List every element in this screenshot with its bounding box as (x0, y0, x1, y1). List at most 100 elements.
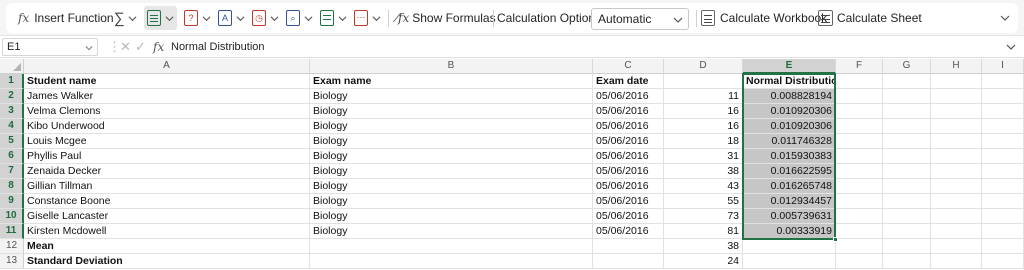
cell-g1[interactable] (883, 74, 931, 89)
cell-f10[interactable] (836, 209, 883, 224)
row-header[interactable]: 4 (0, 119, 24, 134)
column-header-f[interactable]: F (836, 59, 883, 74)
recently-used-button[interactable] (144, 6, 177, 30)
cell-d7[interactable]: 38 (664, 164, 743, 179)
cell-b13[interactable] (310, 254, 593, 269)
row-header[interactable]: 6 (0, 149, 24, 164)
cell-i3[interactable] (982, 104, 1024, 119)
cancel-icon[interactable]: ✕ (120, 38, 131, 56)
calculation-options-select[interactable]: Automatic (591, 8, 689, 30)
row-header[interactable]: 11 (0, 224, 24, 239)
cell-a4[interactable]: Kibo Underwood (24, 119, 310, 134)
column-header-g[interactable]: G (883, 59, 931, 74)
cell-f1[interactable] (836, 74, 883, 89)
row-header[interactable]: 13 (0, 254, 24, 269)
cell-h12[interactable] (931, 239, 982, 254)
cell-g13[interactable] (883, 254, 931, 269)
column-header-a[interactable]: A (24, 59, 310, 74)
cell-h13[interactable] (931, 254, 982, 269)
cell-h4[interactable] (931, 119, 982, 134)
cell-g7[interactable] (883, 164, 931, 179)
cell-b11[interactable]: Biology (310, 224, 593, 239)
cell-i5[interactable] (982, 134, 1024, 149)
cell-h11[interactable] (931, 224, 982, 239)
cell-a12[interactable]: Mean (24, 239, 310, 254)
cell-i7[interactable] (982, 164, 1024, 179)
cell-h6[interactable] (931, 149, 982, 164)
cell-a8[interactable]: Gillian Tillman (24, 179, 310, 194)
cell-i9[interactable] (982, 194, 1024, 209)
cell-c11[interactable]: 05/06/2016 (593, 224, 664, 239)
cell-d4[interactable]: 16 (664, 119, 743, 134)
row-header[interactable]: 8 (0, 179, 24, 194)
cell-a11[interactable]: Kirsten Mcdowell (24, 224, 310, 239)
cell-c1[interactable]: Exam date (593, 74, 664, 89)
cell-c4[interactable]: 05/06/2016 (593, 119, 664, 134)
cell-d6[interactable]: 31 (664, 149, 743, 164)
show-formulas-button[interactable]: ⁄fx Show Formulas (396, 3, 496, 33)
cell-e10[interactable]: 0.005739631 (743, 209, 836, 224)
cell-i4[interactable] (982, 119, 1024, 134)
cell-a10[interactable]: Giselle Lancaster (24, 209, 310, 224)
row-header[interactable]: 9 (0, 194, 24, 209)
cell-f6[interactable] (836, 149, 883, 164)
cell-a7[interactable]: Zenaida Decker (24, 164, 310, 179)
cell-f4[interactable] (836, 119, 883, 134)
cell-e8[interactable]: 0.016265748 (743, 179, 836, 194)
cell-b1[interactable]: Exam name (310, 74, 593, 89)
cell-c9[interactable]: 05/06/2016 (593, 194, 664, 209)
cell-h8[interactable] (931, 179, 982, 194)
row-header[interactable]: 10 (0, 209, 24, 224)
cell-a3[interactable]: Velma Clemons (24, 104, 310, 119)
cell-i8[interactable] (982, 179, 1024, 194)
cell-g4[interactable] (883, 119, 931, 134)
cell-i10[interactable] (982, 209, 1024, 224)
cell-i11[interactable] (982, 224, 1024, 239)
cell-g6[interactable] (883, 149, 931, 164)
fill-handle[interactable] (833, 237, 838, 242)
cell-g8[interactable] (883, 179, 931, 194)
cell-e9[interactable]: 0.012934457 (743, 194, 836, 209)
cell-e2[interactable]: 0.008828194 (743, 89, 836, 104)
cell-f11[interactable] (836, 224, 883, 239)
cell-e11[interactable]: 0.00333919 (743, 224, 836, 239)
formula-input[interactable]: Normal Distribution (171, 39, 265, 55)
column-header-i[interactable]: I (982, 59, 1024, 74)
cell-d12[interactable]: 38 (664, 239, 743, 254)
select-all-button[interactable] (0, 59, 24, 74)
cell-a1[interactable]: Student name (24, 74, 310, 89)
cell-h10[interactable] (931, 209, 982, 224)
cell-b2[interactable]: Biology (310, 89, 593, 104)
financial-functions-button[interactable]: ? (184, 3, 211, 33)
cell-f12[interactable] (836, 239, 883, 254)
row-header[interactable]: 5 (0, 134, 24, 149)
row-header[interactable]: 3 (0, 104, 24, 119)
name-box[interactable]: E1 (2, 38, 98, 56)
cell-i6[interactable] (982, 149, 1024, 164)
cell-f2[interactable] (836, 89, 883, 104)
cell-g9[interactable] (883, 194, 931, 209)
cell-e1[interactable]: Normal Distribution (743, 74, 836, 89)
cell-f3[interactable] (836, 104, 883, 119)
cell-b7[interactable]: Biology (310, 164, 593, 179)
cell-h2[interactable] (931, 89, 982, 104)
cell-c7[interactable]: 05/06/2016 (593, 164, 664, 179)
cell-b8[interactable]: Biology (310, 179, 593, 194)
cell-e12[interactable] (743, 239, 836, 254)
autosum-button[interactable]: ∑ (114, 3, 137, 33)
expand-formula-bar-icon[interactable] (1006, 42, 1016, 52)
cell-i1[interactable] (982, 74, 1024, 89)
cell-d10[interactable]: 73 (664, 209, 743, 224)
cell-d3[interactable]: 16 (664, 104, 743, 119)
cell-e7[interactable]: 0.016622595 (743, 164, 836, 179)
column-header-e[interactable]: E (743, 59, 836, 74)
insert-function-button[interactable]: fx Insert Function (18, 3, 114, 33)
cell-f7[interactable] (836, 164, 883, 179)
math-functions-button[interactable] (320, 3, 347, 33)
cell-g11[interactable] (883, 224, 931, 239)
cell-b5[interactable]: Biology (310, 134, 593, 149)
cell-a5[interactable]: Louis Mcgee (24, 134, 310, 149)
cell-g12[interactable] (883, 239, 931, 254)
cell-d5[interactable]: 18 (664, 134, 743, 149)
cell-h7[interactable] (931, 164, 982, 179)
